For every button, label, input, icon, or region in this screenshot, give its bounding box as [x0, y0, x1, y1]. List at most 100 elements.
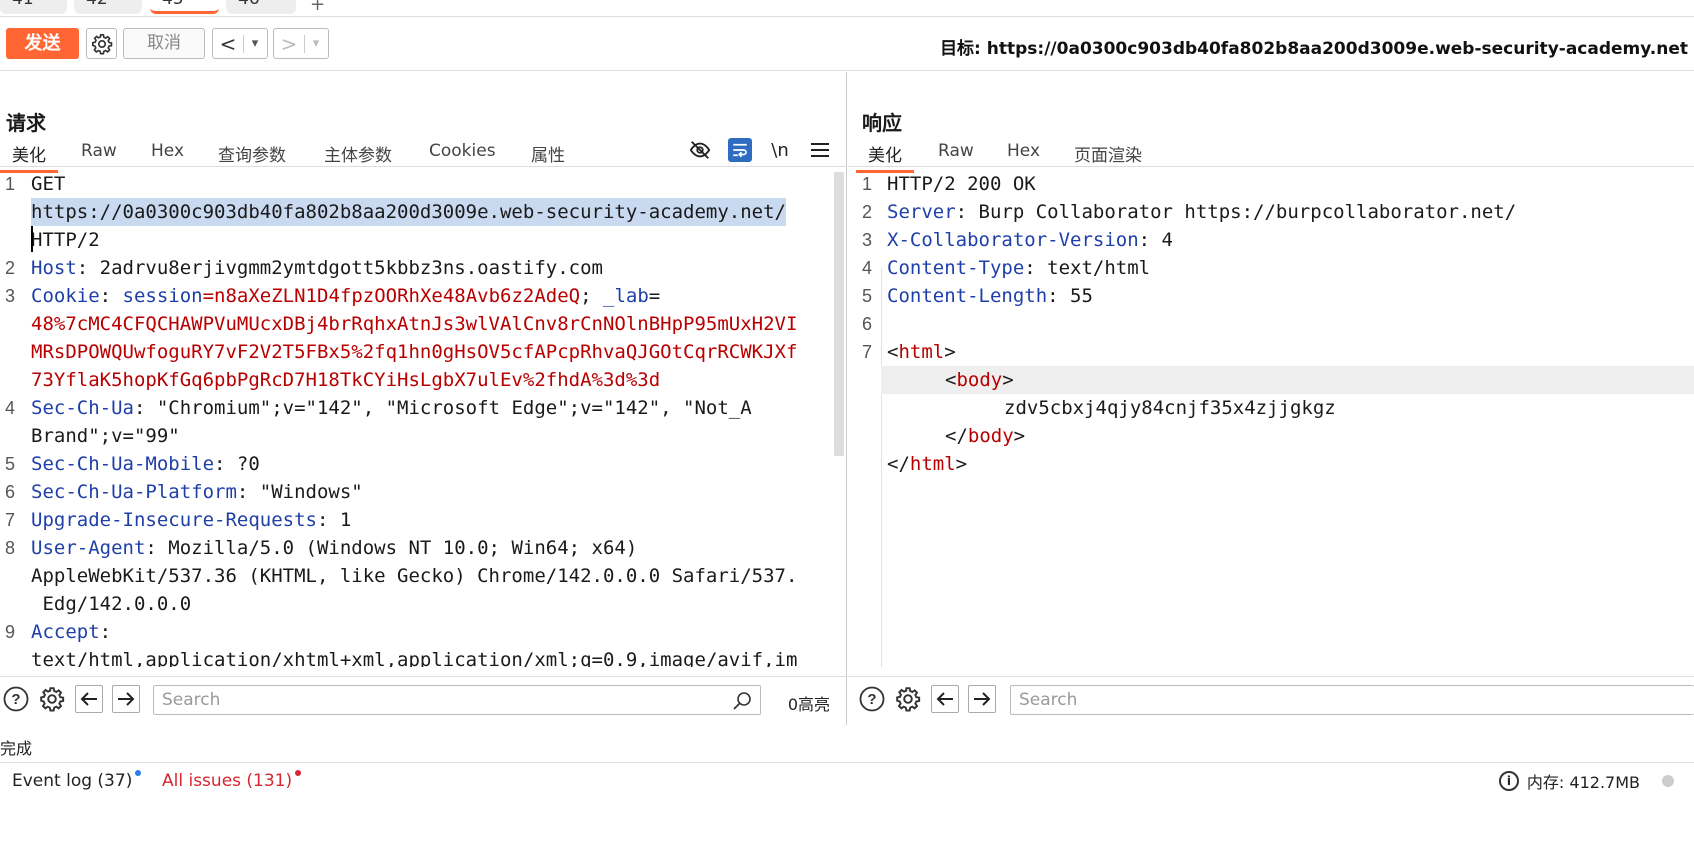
request-scrollbar[interactable]	[834, 172, 844, 456]
request-method: GET	[31, 173, 66, 195]
request-tab-41[interactable]: 41	[0, 0, 67, 14]
cookie-name: _lab	[603, 285, 649, 307]
code-line: Brand";v="99"	[0, 422, 846, 450]
tab-label: 42	[86, 0, 108, 9]
request-title: 请求	[6, 111, 46, 135]
tab-label: 41	[12, 0, 34, 9]
cookie-value: 48%7cMC4CFQCHAWPVuMUcxDBj4brRqhxAtnJs3wl…	[31, 313, 798, 335]
memory-label: 内存: 412.7MB	[1526, 773, 1640, 792]
event-log-link[interactable]: Event log (37)	[12, 770, 142, 791]
forward-dropdown-icon[interactable]: ▾	[305, 36, 327, 51]
tab-pretty[interactable]: 美化	[856, 141, 914, 173]
info-icon[interactable]: i	[1498, 771, 1519, 791]
header-value: : 4	[1138, 229, 1173, 251]
help-icon[interactable]: ?	[858, 685, 886, 713]
tab-query-params[interactable]: 查询参数	[218, 141, 286, 166]
line-number: 1	[862, 174, 873, 194]
request-tab-45[interactable]: 45	[150, 0, 219, 14]
code-line: 48%7cMC4CFQCHAWPVuMUcxDBj4brRqhxAtnJs3wl…	[0, 310, 846, 338]
back-arrow-icon[interactable]: <	[213, 32, 243, 56]
cancel-button[interactable]: 取消	[123, 28, 205, 59]
header-key: Host	[31, 257, 77, 279]
help-icon[interactable]: ?	[2, 685, 30, 713]
all-issues-label: All issues (131)	[162, 771, 293, 791]
code-line: </body>	[945, 425, 1026, 447]
event-log-label: Event log (37)	[12, 771, 133, 791]
response-editor[interactable]: 1 HTTP/2 200 OK 2 Server: Burp Collaborato…	[848, 170, 1694, 667]
code-line: 7 Upgrade-Insecure-Requests: 1	[0, 506, 846, 534]
forward-arrow-icon[interactable]: >	[274, 32, 304, 56]
request-search-bar: ? Search 0高亮	[0, 676, 846, 716]
line-number: 1	[5, 174, 16, 194]
add-tab-button[interactable]: +	[310, 0, 325, 15]
cookie-separator: ;	[580, 285, 603, 307]
line-number: 9	[5, 622, 16, 642]
previous-match-icon[interactable]	[75, 685, 103, 713]
memory-indicator: i 内存: 412.7MB	[1498, 769, 1674, 793]
header-value: :	[99, 621, 112, 643]
html-tag: html	[909, 453, 956, 475]
code-line: 8 User-Agent: Mozilla/5.0 (Windows NT 10.…	[0, 534, 846, 562]
request-editor[interactable]: 1 GET https://0a0300c903db40fa802b8aa200d…	[0, 170, 846, 667]
tab-raw[interactable]: Raw	[938, 141, 974, 161]
tab-cookies[interactable]: Cookies	[429, 141, 496, 161]
tab-render[interactable]: 页面渲染	[1074, 141, 1142, 166]
target-url[interactable]: 目标: https://0a0300c903db40fa802b8aa200d3…	[940, 34, 1688, 59]
tab-pretty[interactable]: 美化	[0, 141, 58, 173]
header-value: text/html,application/xhtml+xml,applicat…	[31, 649, 798, 667]
code-line: 5 Sec-Ch-Ua-Mobile: ?0	[0, 450, 846, 478]
code-line: 2 Server: Burp Collaborator https://burpc…	[848, 198, 1694, 226]
request-url: https://0a0300c903db40fa802b8aa200d3009e…	[31, 198, 786, 226]
code-line: </html>	[887, 453, 968, 475]
line-number: 7	[862, 342, 873, 362]
tab-label: 46	[238, 0, 260, 9]
search-input[interactable]: Search	[1010, 685, 1694, 715]
newline-toggle-icon[interactable]: \n	[768, 138, 792, 162]
code-line: 4 Content-Type: text/html	[848, 254, 1694, 282]
request-tab-46[interactable]: 46	[226, 0, 296, 14]
tab-body-params[interactable]: 主体参数	[324, 141, 392, 166]
body-tag: body	[967, 425, 1014, 447]
header-key: Sec-Ch-Ua-Mobile	[31, 453, 215, 475]
header-value: Edg/142.0.0.0	[31, 593, 192, 615]
request-tab-strip: 41 42 45 46 +	[0, 0, 1694, 17]
back-dropdown-icon[interactable]: ▾	[244, 36, 266, 51]
tab-hex[interactable]: Hex	[151, 141, 184, 161]
hide-nonprintable-icon[interactable]	[688, 138, 712, 162]
next-match-icon[interactable]	[112, 685, 140, 713]
gear-icon[interactable]	[894, 685, 922, 713]
back-nav-group[interactable]: < ▾	[212, 28, 268, 59]
html-tag: html	[898, 341, 945, 363]
request-tab-42[interactable]: 42	[74, 0, 142, 14]
line-number: 3	[5, 286, 16, 306]
cookie-value: =n8aXeZLN1D4fpzOORhXe48Avb6z2AdeQ	[202, 285, 581, 307]
word-wrap-icon[interactable]	[728, 138, 752, 162]
line-number: 2	[5, 258, 16, 278]
header-key: Content-Length	[887, 285, 1048, 307]
header-key: Sec-Ch-Ua-Platform	[31, 481, 237, 503]
send-button[interactable]: 发送	[6, 28, 79, 59]
code-line: 6 Sec-Ch-Ua-Platform: "Windows"	[0, 478, 846, 506]
header-value: Brand";v="99"	[31, 425, 180, 447]
header-value: :	[99, 285, 123, 307]
tab-attributes[interactable]: 属性	[531, 141, 565, 166]
gear-icon[interactable]	[38, 685, 66, 713]
request-pane: 请求 美化 Raw Hex 查询参数 主体参数 Cookies 属性 \n 1G…	[0, 72, 847, 725]
header-key: X-Collaborator-Version	[887, 229, 1139, 251]
header-key: User-Agent	[31, 537, 146, 559]
cookie-equals: =	[648, 285, 661, 307]
forward-nav-group[interactable]: > ▾	[273, 28, 329, 59]
next-match-icon[interactable]	[968, 685, 996, 713]
search-input[interactable]: Search	[153, 685, 761, 715]
all-issues-link[interactable]: All issues (131)	[162, 770, 302, 791]
body-text: zdv5cbxj4qjy84cnjf35x4zjjgkgz	[1004, 397, 1336, 419]
settings-button[interactable]	[86, 28, 117, 59]
highlight-count: 0高亮	[787, 695, 830, 714]
header-value: : "Chromium";v="142", "Microsoft Edge";v…	[133, 397, 752, 419]
menu-icon[interactable]	[808, 138, 832, 162]
previous-match-icon[interactable]	[931, 685, 959, 713]
tab-hex[interactable]: Hex	[1007, 141, 1040, 161]
tab-raw[interactable]: Raw	[81, 141, 117, 161]
response-search-bar: ? Search	[848, 676, 1694, 716]
code-line-highlighted: <body>	[881, 366, 1694, 394]
